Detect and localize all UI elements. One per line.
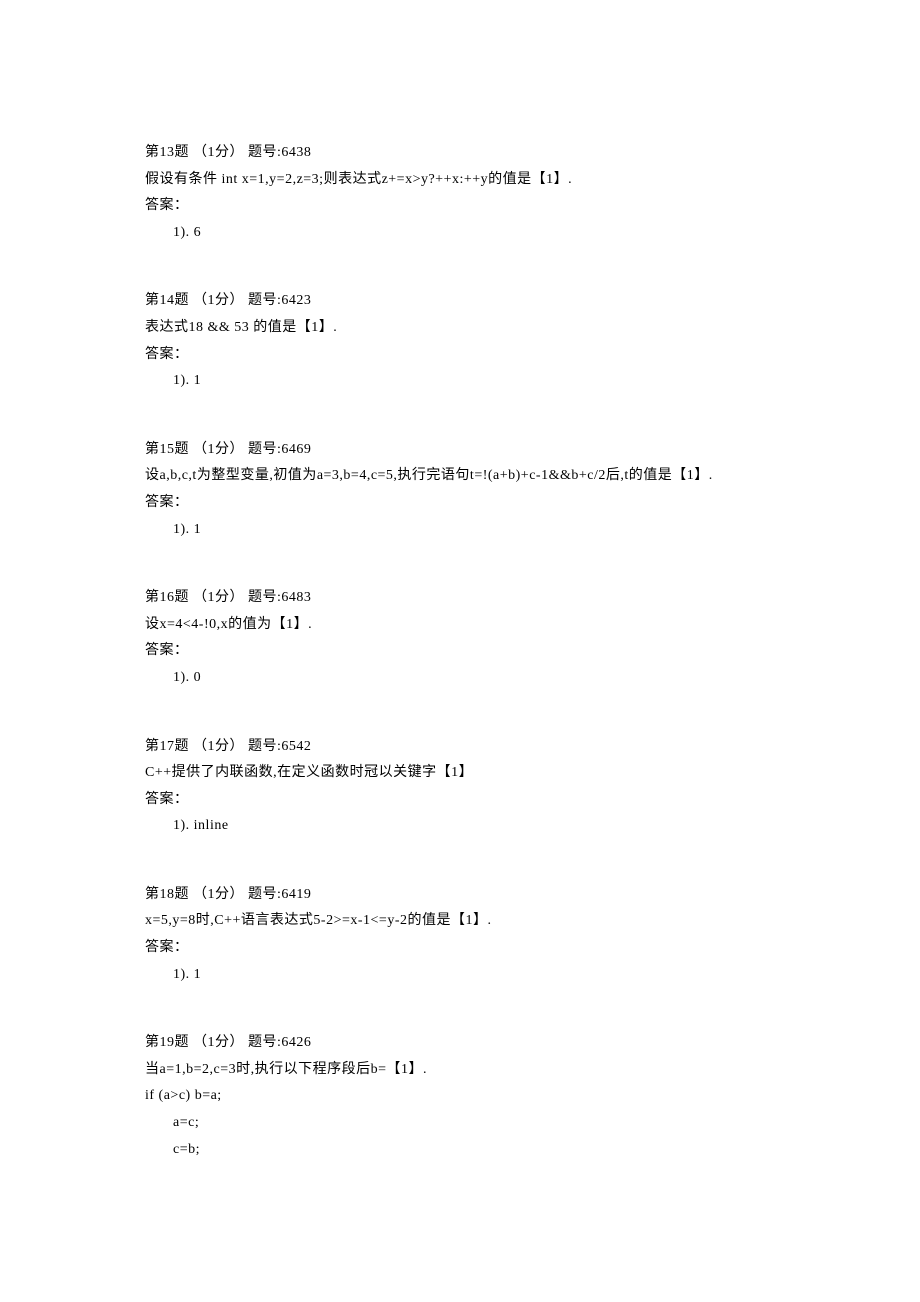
question-header: 第17题 （1分） 题号:6542 [145, 734, 775, 761]
question-header: 第14题 （1分） 题号:6423 [145, 288, 775, 315]
question-header: 第18题 （1分） 题号:6419 [145, 882, 775, 909]
code-line: a=c; [145, 1110, 775, 1137]
question-prompt: 设a,b,c,t为整型变量,初值为a=3,b=4,c=5,执行完语句t=!(a+… [145, 463, 775, 490]
answer-item: 1). 1 [145, 517, 775, 544]
question-header: 第16题 （1分） 题号:6483 [145, 585, 775, 612]
answer-label: 答案： [145, 935, 775, 962]
answer-label: 答案： [145, 342, 775, 369]
answer-item: 1). 1 [145, 368, 775, 395]
question-block: 第19题 （1分） 题号:6426 当a=1,b=2,c=3时,执行以下程序段后… [145, 1030, 775, 1163]
answer-item: 1). 6 [145, 220, 775, 247]
answer-label: 答案： [145, 787, 775, 814]
question-header: 第15题 （1分） 题号:6469 [145, 437, 775, 464]
question-block: 第14题 （1分） 题号:6423 表达式18 && 53 的值是【1】. 答案… [145, 288, 775, 394]
question-prompt: 表达式18 && 53 的值是【1】. [145, 315, 775, 342]
question-block: 第16题 （1分） 题号:6483 设x=4<4-!0,x的值为【1】. 答案：… [145, 585, 775, 691]
question-prompt: C++提供了内联函数,在定义函数时冠以关键字【1】 [145, 760, 775, 787]
question-header: 第19题 （1分） 题号:6426 [145, 1030, 775, 1057]
answer-item: 1). 0 [145, 665, 775, 692]
code-line: if (a>c) b=a; [145, 1083, 775, 1110]
answer-label: 答案： [145, 638, 775, 665]
answer-label: 答案： [145, 490, 775, 517]
question-block: 第18题 （1分） 题号:6419 x=5,y=8时,C++语言表达式5-2>=… [145, 882, 775, 988]
question-prompt: 假设有条件 int x=1,y=2,z=3;则表达式z+=x>y?++x:++y… [145, 167, 775, 194]
document-page: 第13题 （1分） 题号:6438 假设有条件 int x=1,y=2,z=3;… [0, 0, 920, 1302]
question-block: 第17题 （1分） 题号:6542 C++提供了内联函数,在定义函数时冠以关键字… [145, 734, 775, 840]
answer-item: 1). inline [145, 813, 775, 840]
question-block: 第15题 （1分） 题号:6469 设a,b,c,t为整型变量,初值为a=3,b… [145, 437, 775, 543]
question-prompt: x=5,y=8时,C++语言表达式5-2>=x-1<=y-2的值是【1】. [145, 908, 775, 935]
answer-item: 1). 1 [145, 962, 775, 989]
answer-label: 答案： [145, 193, 775, 220]
code-line: c=b; [145, 1137, 775, 1164]
question-block: 第13题 （1分） 题号:6438 假设有条件 int x=1,y=2,z=3;… [145, 140, 775, 246]
question-header: 第13题 （1分） 题号:6438 [145, 140, 775, 167]
question-prompt: 当a=1,b=2,c=3时,执行以下程序段后b=【1】. [145, 1057, 775, 1084]
question-prompt: 设x=4<4-!0,x的值为【1】. [145, 612, 775, 639]
